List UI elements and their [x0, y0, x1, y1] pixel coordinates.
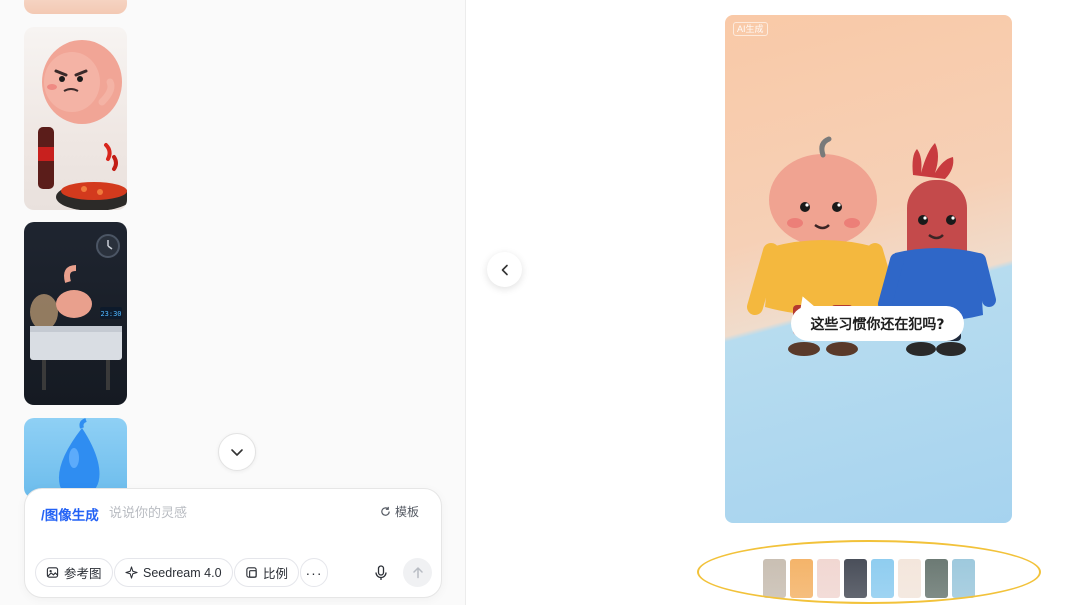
strip-thumbnail[interactable] [898, 559, 921, 598]
sparkle-icon [125, 566, 138, 579]
night-desk-illustration: 23:30 [30, 234, 122, 390]
microphone-icon [375, 565, 387, 580]
model-selector[interactable]: Seedream 4.0 [114, 558, 233, 587]
strip-thumbnail[interactable] [925, 559, 948, 598]
send-button[interactable] [403, 558, 432, 587]
more-icon: ··· [305, 564, 323, 581]
aspect-ratio-label: 比例 [263, 567, 289, 581]
strip-thumbnail[interactable] [763, 559, 786, 598]
chevron-down-icon [231, 449, 243, 456]
image-generation-command[interactable]: /图像生成 [41, 504, 99, 524]
ai-generated-badge: AI生成 [733, 22, 768, 36]
chevron-left-icon [501, 264, 508, 275]
image-icon [46, 567, 59, 578]
aspect-ratio-button[interactable]: 比例 [234, 558, 300, 587]
stomach-hotpot-illustration [38, 40, 127, 210]
strip-thumbnail[interactable] [871, 559, 894, 598]
app-window: 23:30 /图像生成 说说你的灵感 模板 参考图 Seedream 4.0 比… [0, 0, 1080, 605]
strip-thumbnail[interactable] [817, 559, 840, 598]
strip-thumbnail[interactable] [952, 559, 975, 598]
scroll-down-button[interactable] [218, 433, 256, 471]
speech-bubble: 这些习惯你还在犯吗? [791, 306, 964, 341]
stomach-night-desk-thumbnail[interactable]: 23:30 [24, 222, 127, 405]
generated-image-preview[interactable]: AI生成 这些习惯你还在犯吗? [725, 15, 1012, 523]
blue-drop-illustration [58, 418, 100, 498]
image-thumbnail-strip [763, 559, 975, 598]
stomach-hotpot-thumbnail[interactable] [24, 27, 127, 210]
pink-character-thumbnail[interactable] [24, 0, 127, 14]
strip-thumbnail[interactable] [844, 559, 867, 598]
clay-characters-illustration [747, 136, 996, 356]
blue-drop-thumbnail[interactable] [24, 418, 127, 498]
prompt-composer: /图像生成 模板 参考图 [24, 488, 442, 598]
aspect-ratio-icon [246, 567, 257, 578]
reference-image-button[interactable]: 参考图 [35, 558, 113, 587]
template-button[interactable]: 模板 [380, 503, 419, 520]
strip-thumbnail[interactable] [790, 559, 813, 598]
template-label: 模板 [394, 505, 419, 519]
left-panel: 23:30 /图像生成 说说你的灵感 模板 参考图 Seedream 4.0 比… [0, 0, 466, 605]
prompt-input[interactable] [109, 502, 349, 522]
previous-image-button[interactable] [487, 252, 522, 287]
reference-image-label: 参考图 [64, 567, 102, 581]
clock-display-text: 23:30 [100, 310, 121, 318]
voice-input-button[interactable] [370, 562, 392, 584]
arrow-up-icon [412, 566, 423, 578]
more-options-button[interactable]: ··· [300, 558, 328, 587]
model-label: Seedream 4.0 [143, 565, 222, 580]
refresh-icon [381, 506, 390, 516]
